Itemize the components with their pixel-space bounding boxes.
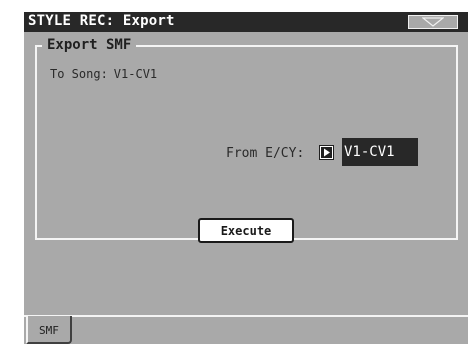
from-value: V1-CV1 — [344, 144, 395, 160]
play-arrow-icon — [320, 146, 333, 159]
tab-smf[interactable]: SMF — [26, 316, 72, 344]
triangle-down-icon — [422, 17, 444, 27]
tab-smf-label: SMF — [39, 324, 59, 337]
from-selector-button[interactable] — [319, 145, 334, 160]
to-song-label: To Song: — [50, 67, 108, 81]
execute-button[interactable]: Execute — [198, 218, 294, 243]
from-value-field[interactable]: V1-CV1 — [342, 138, 418, 166]
execute-button-label: Execute — [220, 224, 272, 238]
to-song-value: V1-CV1 — [113, 67, 158, 81]
from-label: From E/CY: — [226, 146, 305, 161]
to-song-readout: To Song: V1-CV1 — [50, 67, 157, 81]
page-menu-button[interactable] — [408, 15, 458, 29]
display-screen: STYLE REC: Export Export SMF To Song: V1-… — [24, 12, 468, 344]
tab-divider — [24, 315, 468, 317]
title-bar: STYLE REC: Export — [24, 12, 468, 32]
group-title: Export SMF — [42, 37, 137, 53]
page-title: STYLE REC: Export — [28, 13, 175, 29]
